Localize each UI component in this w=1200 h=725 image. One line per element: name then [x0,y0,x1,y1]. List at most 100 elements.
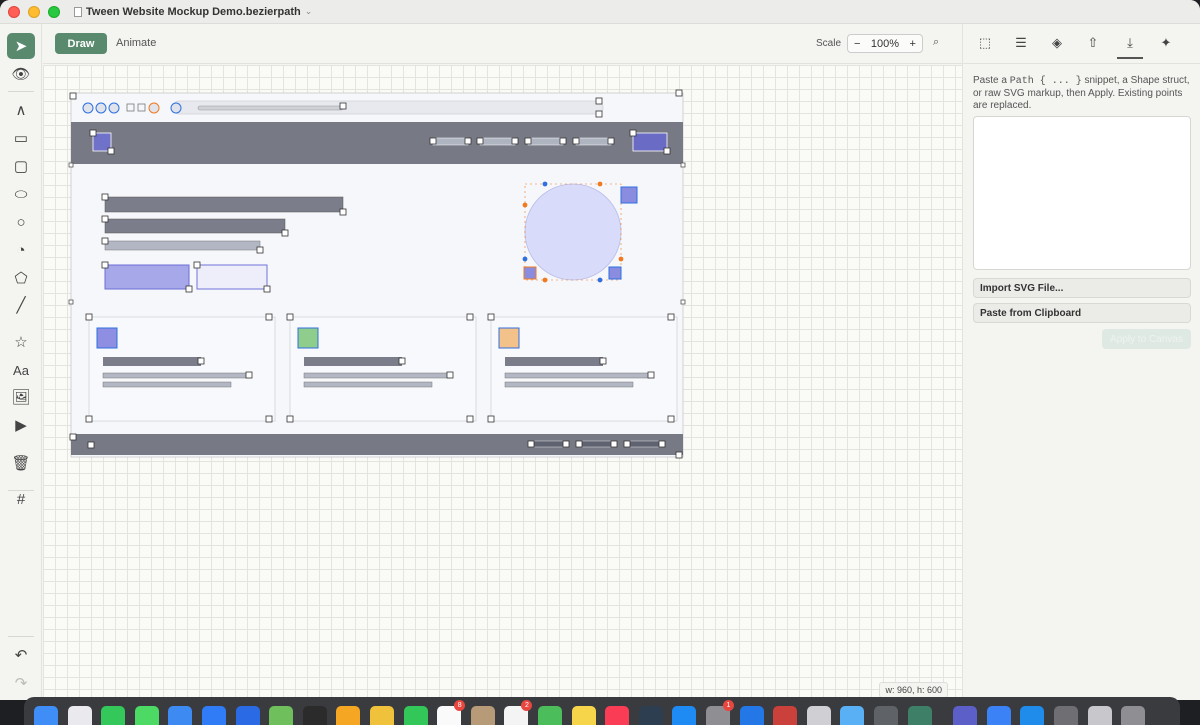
pointer-icon: ➤ [14,38,28,55]
tool-divider [8,91,34,92]
minimize-window-button[interactable] [28,5,40,18]
window-controls [8,5,60,18]
document-icon [74,6,82,17]
notification-badge: 2 [521,700,533,711]
document-title: Tween Website Mockup Demo.bezierpath [86,5,301,18]
dock-app-trash[interactable] [1121,706,1146,725]
import-icon[interactable]: ⤓ [1117,33,1143,59]
dock-app-downloads[interactable] [1087,706,1112,725]
feature-card-3[interactable] [487,313,678,423]
star-tool[interactable]: ☆ [7,329,35,355]
dock-app-tween[interactable] [907,706,932,725]
dock-app-help[interactable] [874,706,898,725]
redo-icon: ↷ [14,675,28,692]
help-text: Paste a [973,75,1010,86]
grid-tool[interactable]: # [7,486,35,512]
dock-app-app-store-connect[interactable] [235,706,260,725]
dock-app-whatsapp[interactable] [101,706,126,725]
redo-button[interactable]: ↷ [7,670,35,696]
image-icon: 🖼 [11,389,31,406]
rounded-rect-icon: ▢ [13,158,29,175]
dock-app-xcode[interactable] [739,706,764,725]
title-bar: Tween Website Mockup Demo.bezierpath ⌄ [0,0,1200,24]
circle-icon: ○ [16,213,26,231]
share-icon[interactable]: ⇧ [1082,33,1104,53]
polygon-tool[interactable]: ⬠ [7,265,35,291]
selection-icon[interactable]: ⬚ [974,33,996,53]
pen-icon: ∧ [15,102,27,119]
feature-card-1[interactable] [85,313,276,423]
zoom-window-button[interactable] [48,5,60,18]
undo-icon: ↶ [14,647,28,664]
layers-icon[interactable]: ◈ [1046,33,1068,53]
circle-tool[interactable]: ○ [7,209,35,235]
dock-app-facetime[interactable] [403,706,428,725]
video-tool[interactable]: ▶ [7,412,35,438]
dock-app-mail[interactable] [168,706,193,725]
magnifier-icon[interactable]: ⌕ [933,36,939,49]
feature-card-2[interactable] [286,313,477,423]
scale-control: − 100% + [847,34,923,53]
help-code: Path { ... } [1009,76,1082,87]
dock-app-music[interactable] [605,706,630,725]
zoom-in-button[interactable]: + [910,38,916,50]
footer-bar-shape[interactable] [69,433,683,459]
dock-app-safari[interactable] [202,706,226,725]
dock: 8 2 1 [24,697,1180,725]
notification-badge: 1 [723,700,734,711]
scale-label: Scale [816,38,842,49]
dock-app-app-store[interactable] [672,706,697,725]
zoom-out-button[interactable]: − [854,38,860,50]
trash-icon: 🗑 [11,455,31,472]
dock-app-quicktime[interactable] [840,706,865,725]
dock-app-numbers[interactable] [538,706,562,725]
dock-app-launchpad[interactable] [67,706,92,725]
animate-mode-button[interactable]: Animate [116,37,156,49]
dock-app-printer[interactable] [806,706,831,725]
tool-divider [8,636,34,637]
pointer-tool[interactable]: ➤ [7,33,35,59]
dock-app-disk[interactable] [1054,706,1078,725]
draw-mode-button[interactable]: Draw [55,33,107,54]
import-svg-button[interactable]: Import SVG File... [973,278,1191,298]
dock-app-terminal[interactable] [302,706,327,725]
document-title-menu[interactable]: Tween Website Mockup Demo.bezierpath ⌄ [74,6,312,18]
dock-app-maps[interactable] [269,706,294,725]
text-tool[interactable]: Aa [7,357,35,383]
dock-app-messages[interactable] [134,706,159,725]
rectangle-tool[interactable]: ▭ [7,125,35,151]
dock-app-finder[interactable] [34,706,58,725]
dock-app-pencil[interactable] [370,706,394,725]
dock-app-files[interactable] [986,706,1011,725]
undo-button[interactable]: ↶ [7,642,35,668]
sparkle-icon[interactable]: ✦ [1155,33,1177,53]
drawing-canvas[interactable]: w: 960, h: 600 [43,65,962,700]
dock-app-layers[interactable] [638,706,663,725]
line-tool[interactable]: ╱ [7,292,35,318]
dock-app-photos[interactable] [336,706,361,725]
ellipse-tool[interactable]: ⬭ [7,181,35,207]
grid-icon: # [16,490,26,508]
notification-badge: 8 [454,700,466,711]
delete-tool[interactable]: 🗑 [7,450,35,476]
canvas-artwork [68,89,686,459]
paste-text-area[interactable] [973,116,1191,270]
nav-bar-shape[interactable] [71,122,683,164]
dock-app-contacts[interactable] [470,706,495,725]
apply-button[interactable]: Apply to Canvas [1102,329,1191,349]
inspector-panel: ⬚ ☰ ◈ ⇧ ⤓ ✦ Paste a Path { ... } snippet, a S… [962,24,1200,700]
pie-tool[interactable]: ◔ [7,237,35,263]
sliders-icon[interactable]: ☰ [1010,33,1032,53]
dock-app-teams[interactable] [953,706,978,725]
paste-clipboard-button[interactable]: Paste from Clipboard [973,303,1191,323]
dock-app-notes[interactable] [571,706,596,725]
text-icon: Aa [13,362,29,378]
dock-app-docker[interactable] [1020,706,1045,725]
preview-tool[interactable]: 👁 [7,61,35,87]
close-window-button[interactable] [8,5,20,18]
pen-tool[interactable]: ∧ [7,97,35,123]
image-tool[interactable]: 🖼 [7,384,35,410]
tool-sidebar: ↶ ↷ ➤ 👁 ∧ ▭ ▢ ⬭ ○ ◔ ⬠ ╱ ☆ Aa 🖼 ▶ 🗑 # [0,24,42,700]
dock-app-photo-booth[interactable] [773,706,798,725]
rounded-rect-tool[interactable]: ▢ [7,153,35,179]
